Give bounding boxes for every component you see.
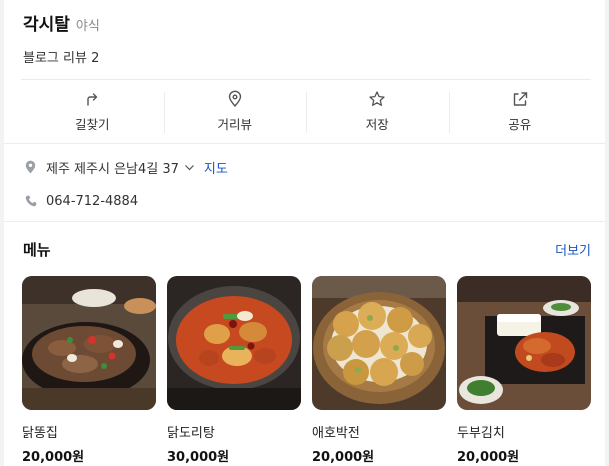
menu-item-name: 애호박전 <box>312 426 360 441</box>
place-header: 각시탈 야식 블로그 리뷰 2 <box>4 0 605 79</box>
share-label: 공유 <box>508 117 532 132</box>
phone-row: 064-712-4884 <box>24 192 591 210</box>
menu-item-name: 닭똥집 <box>22 426 58 441</box>
map-pin-icon <box>24 160 37 174</box>
share-icon <box>513 92 527 106</box>
phone-number[interactable]: 064-712-4884 <box>46 194 138 209</box>
menu-item-name: 닭도리탕 <box>167 426 215 441</box>
menu-item[interactable]: 애호박전 20,000원 <box>312 276 446 465</box>
menu-item[interactable]: 닭똥집 20,000원 <box>22 276 156 465</box>
star-icon <box>369 91 385 106</box>
save-label: 저장 <box>365 117 389 132</box>
action-bar: 길찾기 거리뷰 저장 공유 <box>21 79 591 143</box>
map-link[interactable]: 지도 <box>204 158 228 177</box>
place-name: 각시탈 <box>23 15 70 35</box>
menu-item-name: 두부김치 <box>457 426 505 441</box>
menu-more-link[interactable]: 더보기 <box>555 240 591 259</box>
save-button[interactable]: 저장 <box>306 80 449 143</box>
directions-button[interactable]: 길찾기 <box>21 80 164 143</box>
place-category: 야식 <box>75 19 100 34</box>
street-view-label: 거리뷰 <box>217 117 252 132</box>
address-text: 제주 제주시 은남4길 37 <box>46 161 179 177</box>
menu-photo-dakttongjip[interactable] <box>22 276 156 410</box>
blog-review-link[interactable]: 블로그 리뷰 2 <box>23 47 591 79</box>
section-divider <box>4 221 605 229</box>
menu-header: 메뉴 더보기 <box>4 229 605 260</box>
chevron-down-icon[interactable] <box>184 162 195 173</box>
menu-item[interactable]: 닭도리탕 30,000원 <box>167 276 301 465</box>
location-pin-icon <box>228 90 241 108</box>
menu-photo-dakdoritang[interactable] <box>167 276 301 410</box>
title-row: 각시탈 야식 <box>23 10 591 35</box>
place-panel: 각시탈 야식 블로그 리뷰 2 길찾기 거리뷰 저장 공유 제주 제주시 은남4… <box>4 0 605 466</box>
menu-list: 닭똥집 20,000원 닭도리탕 30,000원 애호박전 20,000원 두부… <box>4 260 605 465</box>
menu-photo-aehobakjeon[interactable] <box>312 276 446 410</box>
place-info: 제주 제주시 은남4길 37 지도 064-712-4884 <box>4 144 605 210</box>
menu-photo-dubugimchi[interactable] <box>457 276 591 410</box>
menu-title: 메뉴 <box>23 241 51 259</box>
phone-icon <box>24 194 37 208</box>
share-button[interactable]: 공유 <box>448 80 592 143</box>
menu-item-price: 30,000원 <box>167 450 230 465</box>
menu-item-price: 20,000원 <box>457 450 520 465</box>
street-view-button[interactable]: 거리뷰 <box>163 80 307 143</box>
address-row: 제주 제주시 은남4길 37 지도 <box>24 158 591 177</box>
directions-icon <box>87 93 98 106</box>
menu-item-price: 20,000원 <box>312 450 375 465</box>
menu-item-price: 20,000원 <box>22 450 85 465</box>
directions-label: 길찾기 <box>74 117 110 132</box>
menu-item[interactable]: 두부김치 20,000원 <box>457 276 591 465</box>
